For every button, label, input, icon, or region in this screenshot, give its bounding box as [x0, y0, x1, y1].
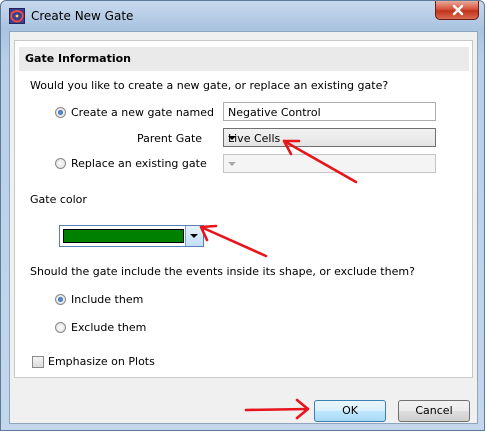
annotation-arrows: [199, 139, 358, 420]
parent-gate-annotation-arrow: [282, 139, 358, 184]
ok-annotation-arrow: [244, 398, 310, 420]
gate-color-annotation-arrow: [199, 224, 268, 258]
